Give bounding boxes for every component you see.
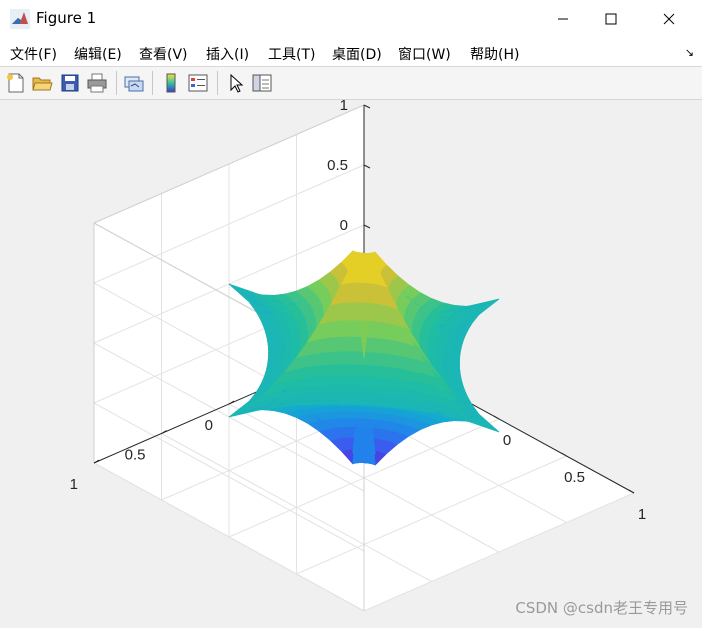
menu-insert[interactable]: 插入(I) [206, 44, 249, 64]
title-bar: Figure 1 [0, 0, 702, 38]
z-tick-label: 1 [340, 100, 348, 114]
surface-face [358, 385, 365, 395]
z-tick-mark [363, 164, 371, 169]
minimize-icon [558, 18, 568, 20]
surface-face [357, 393, 365, 401]
surface-face [360, 411, 365, 419]
z-tick-mark [363, 224, 371, 229]
window-title: Figure 1 [36, 9, 97, 27]
surface-face [359, 364, 365, 377]
surface-face [353, 385, 360, 394]
menu-tools[interactable]: 工具(T) [268, 44, 315, 64]
new-figure-icon[interactable] [5, 72, 27, 94]
z-tick-mark [363, 104, 371, 109]
z-tick-label: 0.5 [327, 157, 348, 174]
link-plot-icon[interactable] [123, 72, 145, 94]
close-icon [663, 13, 675, 25]
watermark: CSDN @csdn老王专用号 [515, 599, 688, 617]
print-icon[interactable] [86, 72, 108, 94]
menu-file[interactable]: 文件(F) [10, 44, 57, 64]
maximize-button[interactable] [588, 0, 634, 38]
menu-overflow-arrow[interactable]: ↘ [685, 46, 694, 59]
surface-face [451, 350, 461, 355]
x-tick-label: 1 [638, 506, 646, 523]
surface-face [363, 385, 370, 395]
surface-face [357, 399, 365, 406]
x-tick-label: 0.5 [564, 469, 585, 486]
y-tick-label: 1 [70, 476, 78, 493]
maximize-icon [605, 13, 617, 25]
open-file-icon[interactable] [31, 72, 53, 94]
menu-view[interactable]: 查看(V) [139, 44, 188, 64]
surface-face [363, 393, 371, 401]
surface-face [361, 417, 365, 428]
toolbar-separator [116, 71, 117, 95]
menu-help[interactable]: 帮助(H) [470, 44, 519, 64]
menu-window[interactable]: 窗口(W) [398, 44, 451, 64]
figure-canvas[interactable]: -1-1-1-0.5-0.5-0.50000.50.50.5111 CSDN @… [0, 100, 702, 628]
insert-colorbar-icon[interactable] [160, 72, 182, 94]
x-tick-label: 0 [503, 432, 511, 449]
matlab-icon [10, 9, 30, 29]
toolbar [0, 67, 702, 100]
edit-plot-arrow-icon[interactable] [225, 72, 247, 94]
minimize-button[interactable] [540, 0, 586, 38]
surface-plot[interactable]: -1-1-1-0.5-0.5-0.50000.50.50.5111 [0, 100, 702, 628]
surface-face [352, 393, 360, 401]
menu-edit[interactable]: 编辑(E) [74, 44, 122, 64]
y-tick-label: 0.5 [125, 447, 146, 464]
y-tick-label: 0 [205, 417, 213, 434]
property-inspector-icon[interactable] [251, 72, 273, 94]
toolbar-separator [217, 71, 218, 95]
menu-desktop[interactable]: 桌面(D) [332, 44, 382, 64]
toolbar-separator [152, 71, 153, 95]
save-icon[interactable] [59, 72, 81, 94]
close-button[interactable] [646, 0, 692, 38]
surface-face [354, 375, 361, 386]
menu-bar: 文件(F) 编辑(E) 查看(V) 插入(I) 工具(T) 桌面(D) 窗口(W… [0, 38, 702, 67]
surface-face [361, 301, 365, 321]
surface-face [267, 346, 277, 350]
surface-face [351, 399, 359, 406]
surface-face [267, 342, 277, 347]
surface-face [360, 405, 365, 412]
surface-face [358, 375, 365, 387]
insert-legend-icon[interactable] [187, 72, 209, 94]
z-tick-label: 0 [340, 217, 348, 234]
surface-face [268, 349, 277, 354]
